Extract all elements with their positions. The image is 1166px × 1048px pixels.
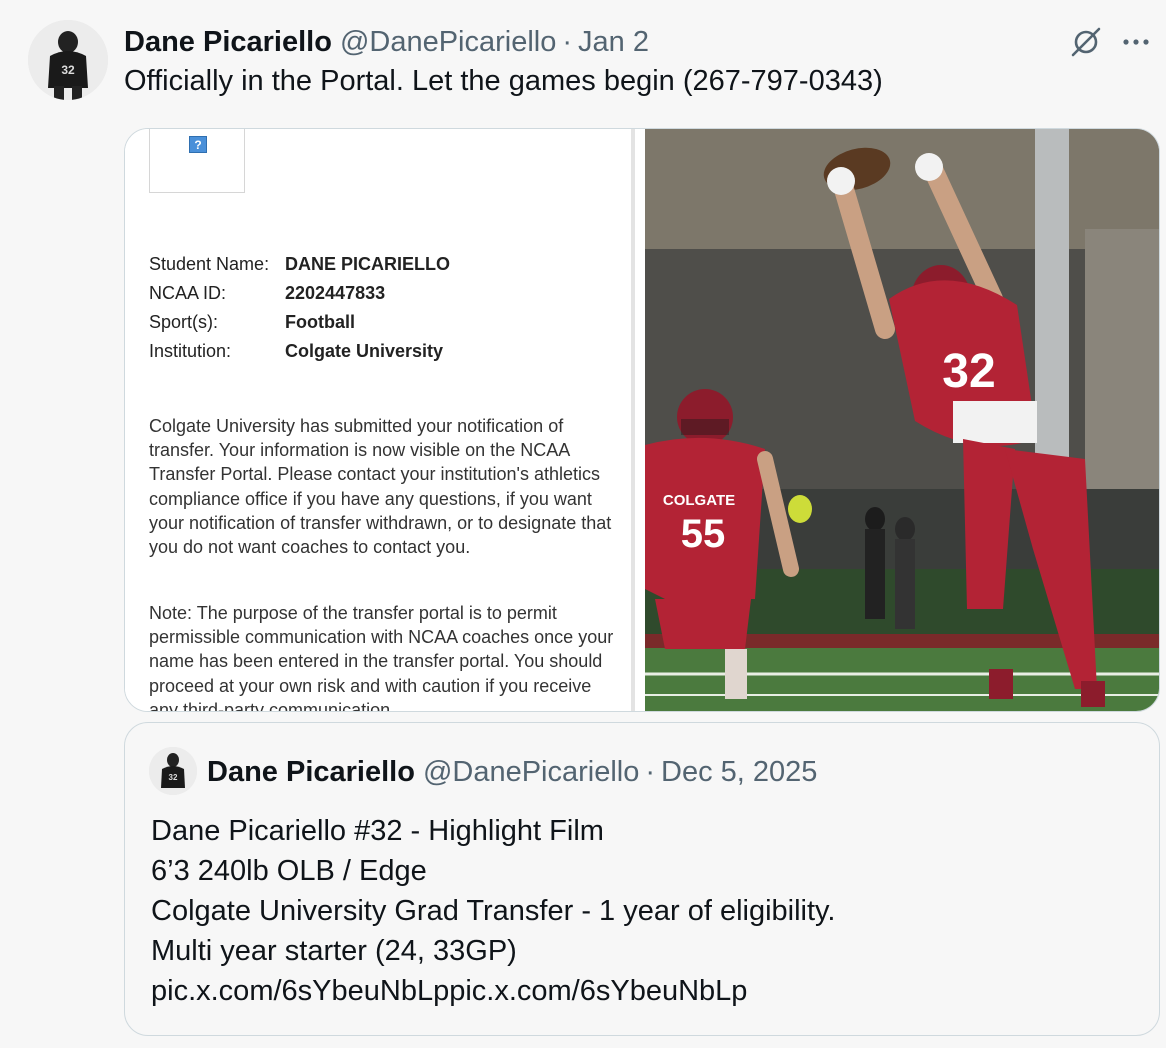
grok-button[interactable] — [1066, 24, 1106, 60]
football-photo-icon: 32 COLGATE 55 — [645, 129, 1159, 711]
jersey-back-team: COLGATE — [663, 492, 735, 509]
football-catch-photo[interactable]: 32 COLGATE 55 — [645, 129, 1159, 711]
quoted-header: Dane Picariello @DanePicariello · Dec 5,… — [207, 754, 817, 790]
svg-text:32: 32 — [61, 63, 75, 77]
header-separator: · — [562, 25, 573, 58]
jersey-back-number: 55 — [681, 512, 726, 556]
broken-image-icon: ? — [189, 136, 207, 153]
avatar-photo-icon: 32 — [28, 20, 108, 100]
author-avatar[interactable]: 32 — [28, 20, 108, 100]
info-row-ncaa-id: NCAA ID: 2202447833 — [149, 283, 385, 304]
info-label: Institution: — [149, 341, 232, 361]
info-value: DANE PICARIELLO — [285, 254, 451, 274]
quoted-text-line: Colgate University Grad Transfer - 1 yea… — [151, 895, 836, 927]
portal-screenshot-image[interactable]: ? Student Name: DANE PICARIELLO NCAA ID: 2… — [125, 129, 635, 712]
jersey-front-number: 32 — [942, 345, 995, 398]
quoted-author-handle: @DanePicariello — [422, 755, 640, 788]
logo-placeholder: ? — [149, 129, 245, 193]
media-grid: ? Student Name: DANE PICARIELLO NCAA ID: 2… — [124, 128, 1160, 712]
info-row-student-name: Student Name: DANE PICARIELLO — [149, 254, 450, 275]
more-button[interactable] — [1118, 24, 1154, 60]
image-gap — [635, 129, 645, 711]
portal-note-paragraph: Note: The purpose of the transfer portal… — [149, 603, 614, 712]
info-value: 2202447833 — [285, 283, 386, 303]
quoted-author-name: Dane Picariello — [207, 755, 415, 788]
info-row-institution: Institution: Colgate University — [149, 341, 443, 362]
svg-text:32: 32 — [169, 773, 178, 782]
quoted-tweet[interactable]: 32 Dane Picariello @DanePicariello · Dec… — [124, 722, 1160, 1036]
quoted-text-line: Multi year starter (24, 33GP) — [151, 935, 517, 967]
tweet-header: Dane Picariello @DanePicariello · Jan 2 — [124, 24, 649, 60]
header-separator: · — [645, 755, 656, 788]
info-label: Student Name: — [149, 254, 270, 274]
grok-icon — [1071, 27, 1101, 57]
quoted-text-line: Dane Picariello #32 - Highlight Film — [151, 815, 604, 847]
quoted-link[interactable]: pic.x.com/6sYbeuNbLppic.x.com/6sYbeuNbLp — [151, 975, 747, 1008]
quoted-date: Dec 5, 2025 — [661, 755, 818, 788]
portal-paragraph: Colgate University has submitted your no… — [149, 416, 612, 558]
quoted-text-line: 6’3 240lb OLB / Edge — [151, 855, 427, 887]
author-name[interactable]: Dane Picariello — [124, 26, 332, 59]
quoted-author-avatar[interactable]: 32 — [149, 747, 197, 795]
info-row-sport: Sport(s): Football — [149, 312, 355, 333]
info-value: Colgate University — [285, 341, 444, 361]
info-label: NCAA ID: — [149, 283, 227, 303]
avatar-photo-icon: 32 — [149, 747, 197, 795]
tweet-text: Officially in the Portal. Let the games … — [124, 65, 883, 97]
more-icon — [1123, 39, 1149, 45]
info-value: Football — [285, 312, 355, 332]
info-label: Sport(s): — [149, 312, 219, 332]
author-handle[interactable]: @DanePicariello — [340, 26, 556, 59]
tweet-date[interactable]: Jan 2 — [578, 26, 649, 59]
